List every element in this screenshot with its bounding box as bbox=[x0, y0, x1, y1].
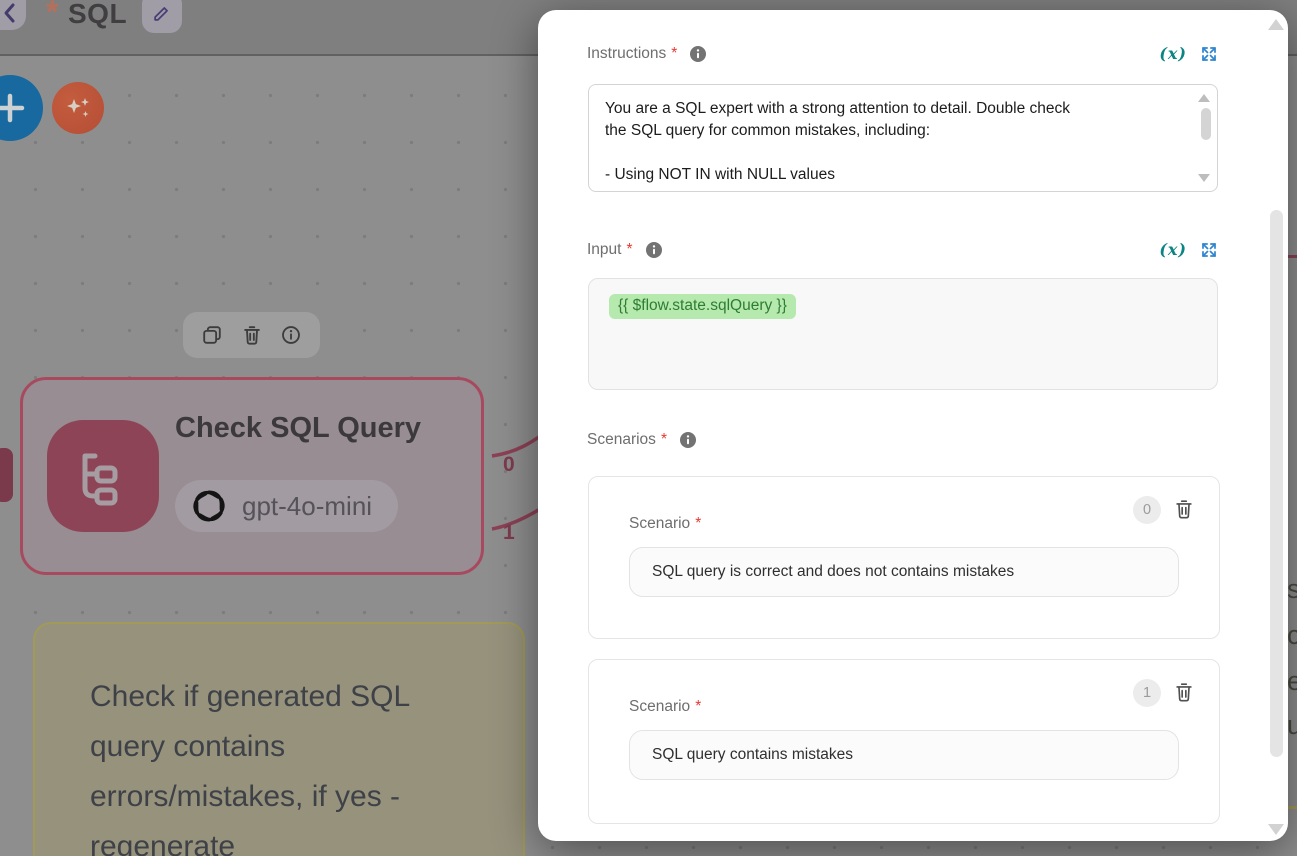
app-window: * SQL bbox=[0, 0, 1297, 856]
scenario-index-badge: 0 bbox=[1133, 496, 1161, 524]
scenarios-label: Scenarios bbox=[587, 431, 656, 449]
required-asterisk: * bbox=[695, 515, 701, 533]
expand-icon[interactable] bbox=[1200, 45, 1218, 63]
variables-icon[interactable]: (x) bbox=[1159, 44, 1187, 63]
dialog-scrollbar-thumb[interactable] bbox=[1270, 210, 1283, 757]
scenarios-label-row: Scenarios * bbox=[587, 431, 1218, 449]
delete-scenario-icon[interactable] bbox=[1173, 681, 1195, 703]
scenario-input[interactable]: SQL query contains mistakes bbox=[629, 730, 1179, 780]
node-input-handle[interactable] bbox=[0, 448, 13, 502]
instructions-label-row: Instructions * (x) bbox=[587, 44, 1218, 63]
instructions-label: Instructions bbox=[587, 45, 666, 63]
scenario-input[interactable]: SQL query is correct and does not contai… bbox=[629, 547, 1179, 597]
sticky-note[interactable]: Check if generated SQL query contains er… bbox=[33, 622, 525, 856]
input-label-row: Input * (x) bbox=[587, 240, 1218, 259]
instructions-text bbox=[605, 142, 1183, 164]
occluded-text-fragment: s bbox=[1287, 574, 1297, 605]
required-asterisk: * bbox=[626, 241, 632, 259]
info-icon[interactable] bbox=[646, 242, 662, 258]
variable-token[interactable]: {{ $flow.state.sqlQuery }} bbox=[609, 294, 796, 319]
back-button[interactable] bbox=[0, 0, 26, 30]
pencil-icon bbox=[151, 2, 173, 24]
flow-title: SQL bbox=[68, 0, 127, 30]
info-icon[interactable] bbox=[280, 324, 302, 346]
node-toolbar bbox=[183, 312, 320, 358]
required-asterisk: * bbox=[695, 698, 701, 716]
node-check-sql-query[interactable]: Check SQL Query gpt-4o-mini bbox=[20, 377, 484, 575]
info-icon[interactable] bbox=[690, 46, 706, 62]
scenario-card-1: 1 Scenario * SQL query contains mistakes bbox=[588, 659, 1220, 824]
occluded-text-fragment: u bbox=[1287, 710, 1297, 741]
duplicate-icon[interactable] bbox=[201, 324, 223, 346]
input-field[interactable]: {{ $flow.state.sqlQuery }} bbox=[588, 278, 1218, 390]
scenario-index-badge: 1 bbox=[1133, 679, 1161, 707]
scroll-down-arrow[interactable] bbox=[1198, 174, 1210, 182]
note-text-line: regenerate bbox=[90, 822, 523, 856]
scenario-label: Scenario bbox=[629, 698, 690, 716]
note-text-line: errors/mistakes, if yes - bbox=[90, 772, 523, 822]
node-title: Check SQL Query bbox=[175, 412, 421, 445]
scenario-card-0: 0 Scenario * SQL query is correct and do… bbox=[588, 476, 1220, 639]
delete-scenario-icon[interactable] bbox=[1173, 498, 1195, 520]
occluded-edge-fragment bbox=[1288, 255, 1297, 258]
occluded-text-fragment: e bbox=[1287, 666, 1297, 697]
chevron-left-icon bbox=[0, 2, 20, 24]
openai-icon bbox=[189, 486, 229, 526]
plus-icon bbox=[0, 92, 26, 124]
instructions-text: You are a SQL expert with a strong atten… bbox=[605, 98, 1183, 120]
dialog-scroll-down-arrow[interactable] bbox=[1268, 824, 1284, 835]
sparkles-icon bbox=[62, 92, 94, 124]
info-icon[interactable] bbox=[680, 432, 696, 448]
note-text-line: Check if generated SQL bbox=[90, 672, 523, 722]
instructions-text: - Using NOT IN with NULL values bbox=[605, 164, 1183, 186]
scroll-up-arrow[interactable] bbox=[1198, 94, 1210, 102]
note-text-line: query contains bbox=[90, 722, 523, 772]
occluded-text-fragment: c bbox=[1287, 620, 1297, 651]
variables-icon[interactable]: (x) bbox=[1159, 240, 1187, 259]
node-config-dialog: Instructions * (x) You are a SQL expert … bbox=[538, 10, 1288, 841]
instructions-text: the SQL query for common mistakes, inclu… bbox=[605, 120, 1183, 142]
expand-icon[interactable] bbox=[1200, 241, 1218, 259]
instructions-textarea[interactable]: You are a SQL expert with a strong atten… bbox=[588, 84, 1218, 192]
scrollbar-thumb[interactable] bbox=[1201, 108, 1211, 140]
required-asterisk: * bbox=[671, 45, 677, 63]
condition-agent-icon bbox=[47, 420, 159, 532]
scenario-label: Scenario bbox=[629, 515, 690, 533]
required-asterisk: * bbox=[661, 431, 667, 449]
input-label: Input bbox=[587, 241, 621, 259]
scenario-label-row: Scenario * bbox=[629, 698, 701, 716]
ai-assistant-button[interactable] bbox=[52, 82, 104, 134]
edit-title-button[interactable] bbox=[142, 0, 182, 33]
dialog-scroll-up-arrow[interactable] bbox=[1268, 19, 1284, 30]
scenario-label-row: Scenario * bbox=[629, 515, 701, 533]
delete-node-icon[interactable] bbox=[241, 324, 263, 346]
model-name: gpt-4o-mini bbox=[242, 491, 372, 522]
occluded-note-fragment bbox=[1288, 806, 1297, 809]
model-badge: gpt-4o-mini bbox=[175, 480, 398, 532]
unsaved-asterisk: * bbox=[46, 0, 58, 31]
